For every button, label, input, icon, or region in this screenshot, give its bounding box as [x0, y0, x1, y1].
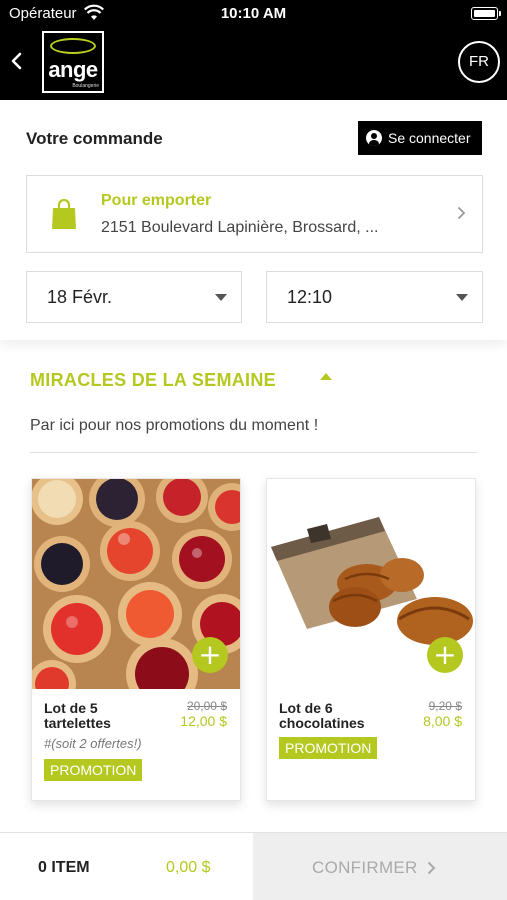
brand-logo[interactable]: ange Boulangerie — [42, 31, 104, 93]
pickup-selector[interactable]: Pour emporter 2151 Boulevard Lapinière, … — [26, 175, 483, 253]
user-icon — [366, 130, 382, 146]
cart-total: 0,00 $ — [166, 859, 211, 876]
logo-ring — [50, 38, 96, 54]
dropdown-caret-icon — [215, 294, 227, 301]
battery-icon — [471, 7, 501, 20]
category-divider — [30, 452, 477, 453]
promotion-badge: PROMOTION — [279, 737, 378, 759]
dropdown-caret-icon — [456, 294, 468, 301]
order-panel: Votre commande Se connecter Pour emporte… — [0, 100, 507, 340]
category-description: Par ici pour nos promotions du moment ! — [30, 417, 319, 434]
product-card[interactable]: + Lot de 6 chocolatines 9,20 $ 8,00 $ PR… — [266, 478, 476, 801]
login-button[interactable]: Se connecter — [358, 121, 482, 155]
date-value: 18 Févr. — [47, 287, 113, 307]
language-button[interactable]: FR — [458, 41, 500, 83]
date-select[interactable]: 18 Févr. — [26, 271, 242, 323]
product-old-price: 9,20 $ — [428, 699, 462, 713]
time-value: 12:10 — [287, 287, 333, 307]
product-note: #(soit 2 offertes!) — [44, 736, 142, 751]
login-label: Se connecter — [388, 130, 471, 146]
product-card[interactable]: + Lot de 5 tartelettes 20,00 $ 12,00 $ #… — [31, 478, 241, 801]
promotion-badge: PROMOTION — [44, 759, 143, 781]
cart-bar: 0 ITEM 0,00 $ CONFIRMER — [0, 832, 507, 900]
confirm-label: CONFIRMER — [312, 858, 418, 877]
logo-subtitle: Boulangerie — [72, 83, 99, 89]
add-to-cart-button[interactable]: + — [192, 637, 228, 673]
time-select[interactable]: 12:10 — [266, 271, 483, 323]
order-title: Votre commande — [26, 129, 163, 148]
product-old-price: 20,00 $ — [186, 699, 227, 713]
top-bar: Opérateur 10:10 AM ange Boulangerie FR — [0, 0, 507, 100]
back-chevron-icon[interactable] — [8, 50, 26, 72]
status-bar: Opérateur 10:10 AM — [0, 0, 507, 28]
chevron-right-icon — [457, 206, 466, 220]
product-price: 12,00 $ — [180, 713, 227, 729]
app-screen: Opérateur 10:10 AM ange Boulangerie FR V… — [0, 0, 507, 900]
add-to-cart-button[interactable]: + — [427, 637, 463, 673]
product-price: 8,00 $ — [423, 713, 462, 729]
collapse-caret-icon[interactable] — [320, 373, 332, 380]
pickup-address: 2151 Boulevard Lapinière, Brossard, ... — [101, 219, 379, 236]
logo-mark: ange Boulangerie — [44, 33, 102, 91]
clock: 10:10 AM — [220, 5, 287, 22]
shopping-bag-icon — [52, 198, 76, 229]
pickup-mode: Pour emporter — [101, 192, 212, 209]
confirm-button[interactable]: CONFIRMER — [253, 833, 507, 900]
product-name: Lot de 5 tartelettes — [44, 700, 111, 731]
cart-item-count: 0 ITEM — [38, 859, 90, 876]
category-title[interactable]: MIRACLES DE LA SEMAINE — [30, 370, 276, 391]
chevron-right-icon — [427, 861, 436, 875]
product-name: Lot de 6 chocolatines — [279, 700, 365, 731]
logo-text: ange — [48, 57, 98, 82]
